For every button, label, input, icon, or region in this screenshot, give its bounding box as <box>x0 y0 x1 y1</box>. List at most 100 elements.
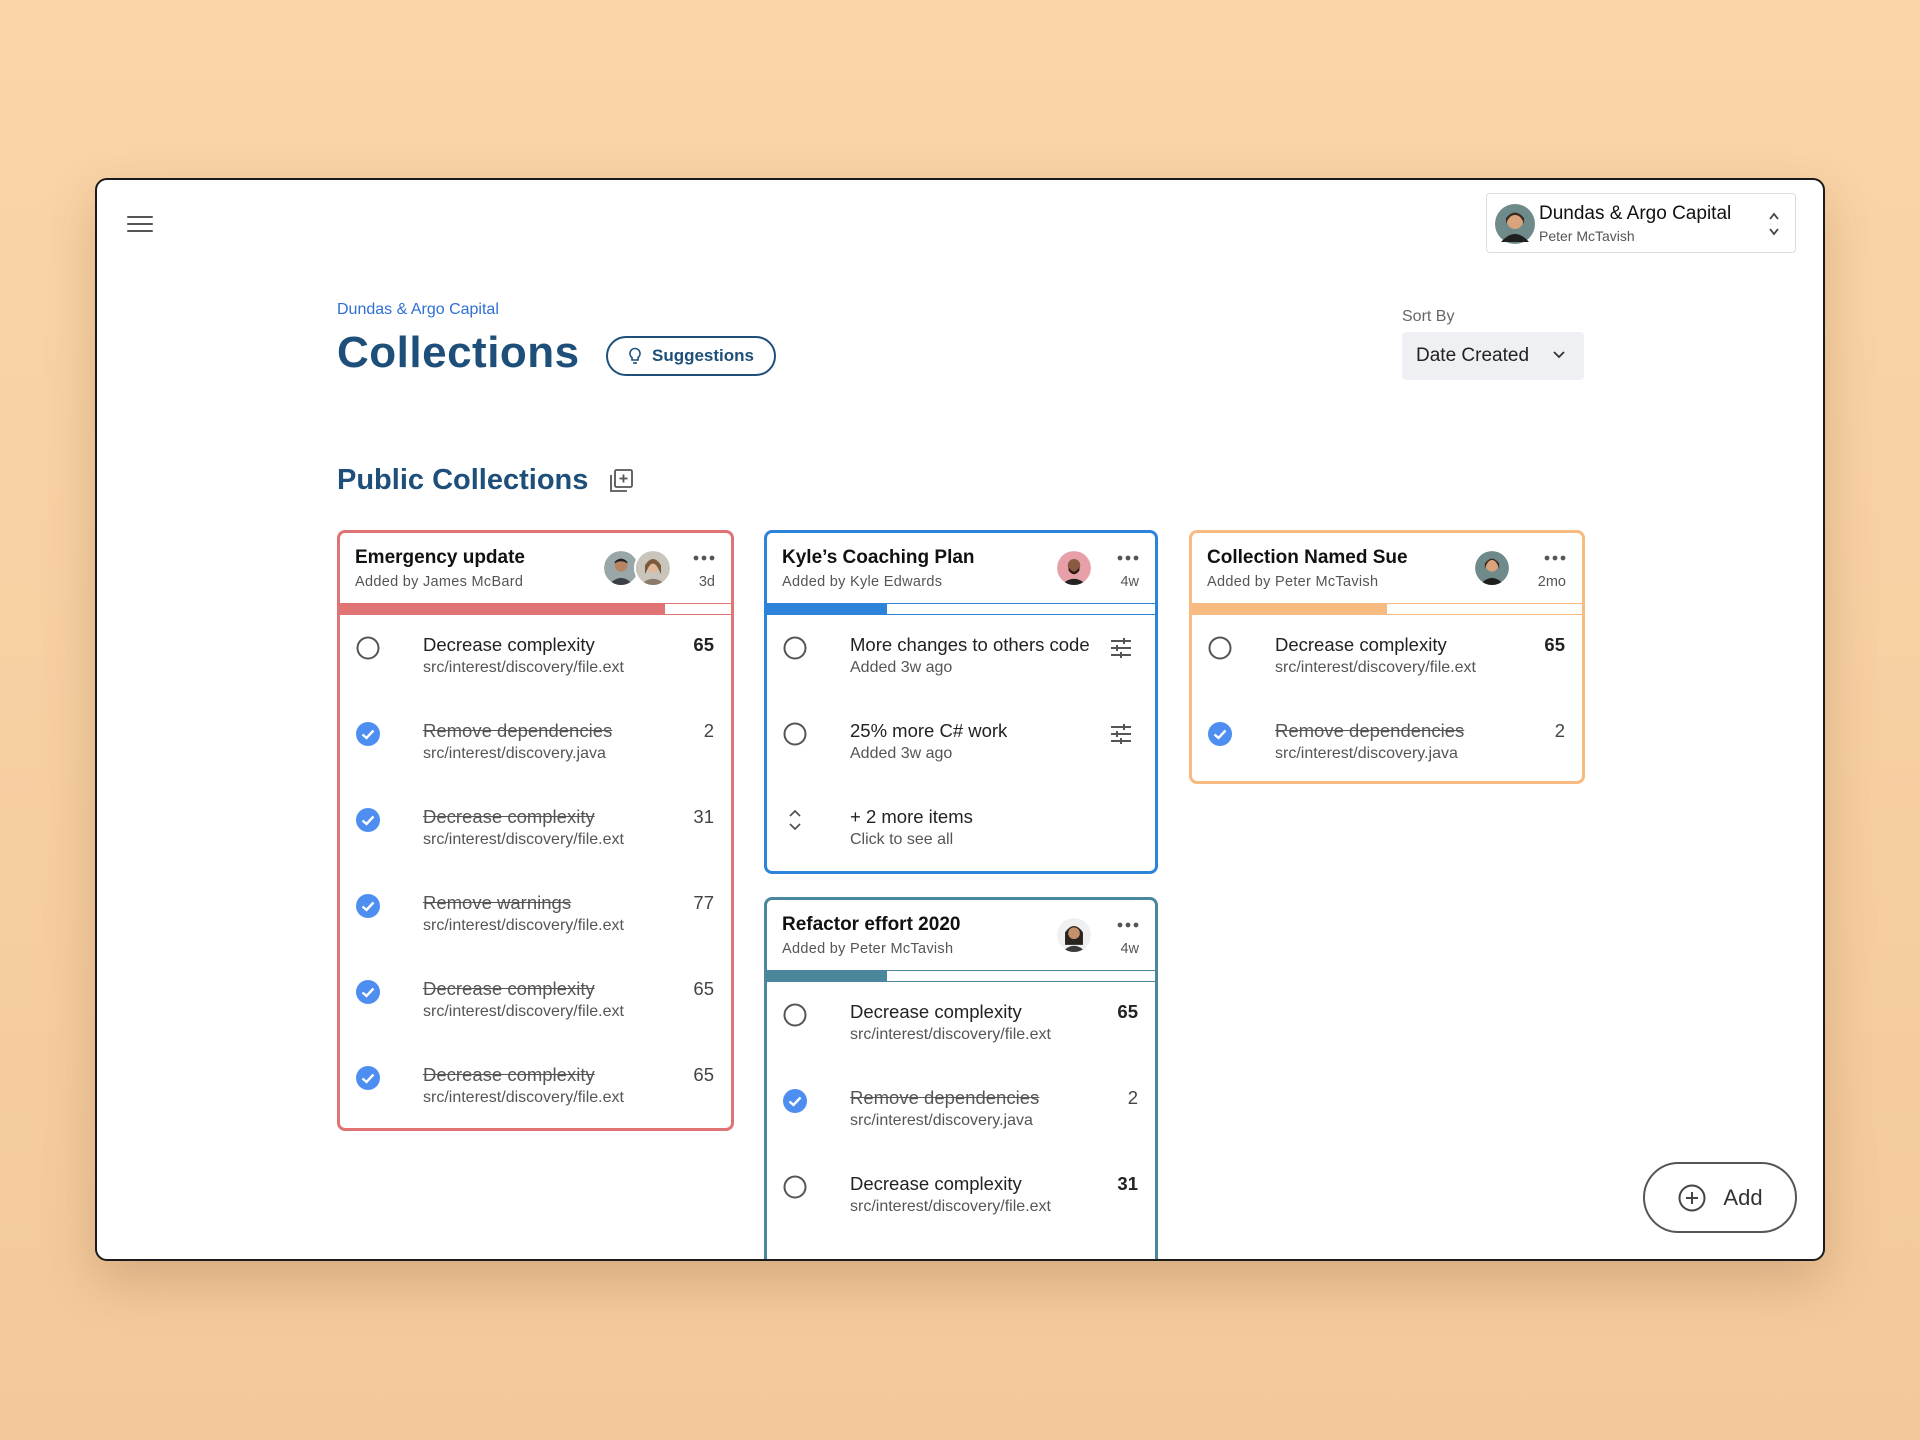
item-path: src/interest/discovery/file.ext <box>1275 659 1476 676</box>
item-name: Remove dependencies <box>850 1087 1040 1108</box>
list-item[interactable]: Decrease complexity src/interest/discove… <box>340 1047 731 1128</box>
check-circle-icon[interactable] <box>355 807 381 833</box>
sliders-icon[interactable] <box>1109 637 1133 659</box>
card-header: Kyle’s Coaching Plan Added by Kyle Edwar… <box>767 533 1155 603</box>
item-path: src/interest/discovery.java <box>423 745 606 762</box>
add-collection-icon[interactable] <box>608 468 634 494</box>
list-item[interactable]: Decrease complexity src/interest/discove… <box>340 617 731 703</box>
list-item[interactable]: Remove dependencies src/interest/discove… <box>1192 703 1582 781</box>
card-header: Emergency update Added by James McBard 3… <box>340 533 731 603</box>
circle-unchecked-icon[interactable] <box>782 1002 808 1028</box>
item-name: 25% more C# work <box>850 720 1008 741</box>
card-age: 3d <box>698 574 715 590</box>
progress-fill <box>340 604 665 614</box>
item-count: 65 <box>1544 634 1565 655</box>
circle-unchecked-icon[interactable] <box>782 1174 808 1200</box>
list-item[interactable]: 25% more C# work Added 3w ago <box>767 703 1155 789</box>
avatar <box>1495 204 1535 244</box>
card-added-by: Added by Peter McTavish <box>782 941 954 957</box>
more-items-label: + 2 more items <box>850 806 973 827</box>
list-item[interactable]: Decrease complexity src/interest/discove… <box>340 961 731 1047</box>
list-item[interactable]: Decrease complexity src/interest/discove… <box>767 984 1155 1070</box>
circle-unchecked-icon[interactable] <box>355 635 381 661</box>
card-avatars <box>602 549 672 587</box>
more-options-icon[interactable] <box>1544 555 1566 561</box>
progress-fill <box>1192 604 1387 614</box>
more-options-icon[interactable] <box>1117 922 1139 928</box>
sort-label: Sort By <box>1402 308 1455 325</box>
item-list: More changes to others code Added 3w ago… <box>767 615 1155 871</box>
show-more-items[interactable]: + 2 more items Click to see all <box>767 789 1155 871</box>
section-title: Public Collections <box>337 464 589 496</box>
item-path: src/interest/discovery.java <box>850 1112 1033 1129</box>
item-subtext: Added 3w ago <box>850 659 953 676</box>
add-button[interactable]: Add <box>1643 1162 1797 1233</box>
circle-unchecked-icon[interactable] <box>782 635 808 661</box>
card-avatars <box>1055 549 1093 587</box>
card-added-by: Added by Kyle Edwards <box>782 574 943 590</box>
check-circle-icon[interactable] <box>355 979 381 1005</box>
list-item[interactable]: Remove warnings src/interest/discovery/f… <box>340 875 731 961</box>
collection-card[interactable]: Collection Named Sue Added by Peter McTa… <box>1189 530 1585 784</box>
list-item[interactable]: Remove dependencies src/interest/discove… <box>767 1070 1155 1156</box>
check-circle-icon[interactable] <box>1207 721 1233 747</box>
add-label: Add <box>1723 1184 1763 1210</box>
check-circle-icon[interactable] <box>355 1065 381 1091</box>
item-name: Decrease complexity <box>423 634 595 655</box>
sort-dropdown[interactable]: Date Created <box>1402 332 1584 380</box>
avatar <box>1473 549 1511 587</box>
card-header: Collection Named Sue Added by Peter McTa… <box>1192 533 1582 603</box>
item-count: 65 <box>693 1064 714 1085</box>
item-count: 2 <box>1554 720 1565 741</box>
item-name: Remove dependencies <box>1275 720 1465 741</box>
item-name: Decrease complexity <box>423 1064 595 1085</box>
list-item[interactable]: More changes to others code Added 3w ago <box>767 617 1155 703</box>
check-circle-icon[interactable] <box>782 1088 808 1114</box>
item-path: src/interest/discovery/file.ext <box>423 917 624 934</box>
item-list: Decrease complexity src/interest/discove… <box>340 615 731 1128</box>
card-added-by: Added by Peter McTavish <box>1207 574 1379 590</box>
more-items-hint: Click to see all <box>850 831 954 848</box>
avatar <box>1055 549 1093 587</box>
chevron-down-icon <box>1553 351 1565 359</box>
item-name: Decrease complexity <box>850 1001 1022 1022</box>
item-count: 65 <box>693 978 714 999</box>
item-name: Remove warnings <box>423 892 572 913</box>
account-switcher[interactable]: Dundas & Argo Capital Peter McTavish <box>1486 193 1796 253</box>
suggestions-button[interactable]: Suggestions <box>606 336 776 376</box>
list-item[interactable]: Remove dependencies src/interest/discove… <box>340 703 731 789</box>
sliders-icon[interactable] <box>1109 723 1133 745</box>
check-circle-icon[interactable] <box>355 893 381 919</box>
item-list: Decrease complexity src/interest/discove… <box>767 982 1155 1242</box>
page-title: Collections <box>337 328 580 377</box>
check-circle-icon[interactable] <box>355 721 381 747</box>
collection-card[interactable]: Kyle’s Coaching Plan Added by Kyle Edwar… <box>764 530 1158 874</box>
item-path: src/interest/discovery/file.ext <box>423 831 624 848</box>
item-path: src/interest/discovery/file.ext <box>423 1003 624 1020</box>
card-title: Emergency update <box>355 547 525 568</box>
more-options-icon[interactable] <box>1117 555 1139 561</box>
progress-bar <box>1192 603 1582 615</box>
suggestions-label: Suggestions <box>651 346 754 365</box>
card-age: 4w <box>1120 941 1139 957</box>
circle-unchecked-icon[interactable] <box>782 721 808 747</box>
breadcrumb[interactable]: Dundas & Argo Capital <box>337 301 499 319</box>
collection-card[interactable]: Refactor effort 2020 Added by Peter McTa… <box>764 897 1158 1259</box>
more-options-icon[interactable] <box>693 555 715 561</box>
progress-fill <box>767 604 888 614</box>
item-list: Decrease complexity src/interest/discove… <box>1192 615 1582 781</box>
list-item[interactable]: Decrease complexity src/interest/discove… <box>340 789 731 875</box>
item-count: 31 <box>693 806 714 827</box>
item-name: Decrease complexity <box>423 806 595 827</box>
list-item[interactable]: Decrease complexity src/interest/discove… <box>1192 617 1582 703</box>
item-name: Decrease complexity <box>850 1173 1022 1194</box>
app-window: Dundas & Argo Capital Peter McTavish Dun… <box>95 178 1825 1261</box>
card-title: Kyle’s Coaching Plan <box>782 547 975 568</box>
circle-unchecked-icon[interactable] <box>1207 635 1233 661</box>
card-avatars <box>1055 916 1093 954</box>
item-count: 65 <box>1117 1001 1138 1022</box>
menu-icon[interactable] <box>127 216 153 236</box>
collection-card[interactable]: Emergency update Added by James McBard 3… <box>337 530 734 1131</box>
list-item[interactable]: Decrease complexity src/interest/discove… <box>767 1156 1155 1242</box>
progress-fill <box>767 971 888 981</box>
